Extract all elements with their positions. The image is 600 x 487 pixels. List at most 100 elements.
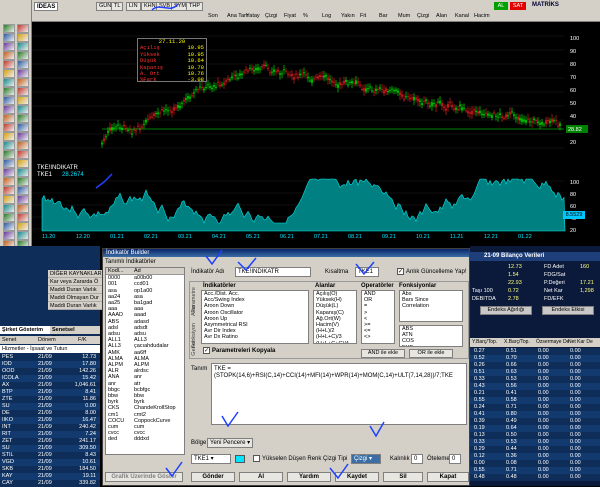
table-row[interactable]: IIKO 21/09 16.47 [0,417,100,424]
arrow-icon[interactable] [3,24,15,33]
ratio-row[interactable]: 0.24 0.71 0.00 0.00 [470,404,600,411]
dialog-button-3[interactable]: Yardım [287,472,331,482]
text-icon[interactable] [3,123,15,132]
fibo-icon[interactable] [17,105,29,114]
ratio-row[interactable]: 0.26 0.66 0.00 0.00 [470,362,600,369]
dialog-button-1[interactable]: Gönder [191,472,235,482]
text-icon[interactable] [3,186,15,195]
ratio-row[interactable]: 0.48 0.48 0.00 0.00 [470,474,600,481]
arrow-icon[interactable] [3,150,15,159]
grid-header-cell[interactable]: F/K [78,336,87,344]
ratio-row[interactable]: 0.00 0.08 0.00 0.00 [470,460,600,467]
functions-item[interactable]: EXP [400,345,462,346]
formula-editor[interactable]: TKE =(STOPK(14,6)+RSI(C,14)+CCI(14)+MFI(… [211,363,467,425]
dialog-button-0[interactable]: Grafik Üzerinde Göster [105,472,183,482]
ratio-header-cell[interactable]: Özsermaye De [536,339,569,345]
cursor-icon[interactable] [17,132,29,141]
table-row[interactable]: BTP 21/09 8.41 [0,389,100,396]
toolbar-button-tl[interactable]: TL [111,2,124,11]
context-menu-item[interactable]: Maddi Duran Varlık [48,286,104,294]
ratio-row[interactable]: 0.43 0.56 0.00 0.00 [470,383,600,390]
sat-button[interactable]: SAT [510,2,526,10]
chart-menu-item[interactable]: Mum [398,13,410,19]
line-icon[interactable] [17,213,29,222]
fibo-icon[interactable] [17,42,29,51]
ratio-row[interactable]: 0.39 0.49 0.00 0.00 [470,418,600,425]
chart-menu-item[interactable]: Çizgi [265,13,277,19]
ratio-row[interactable]: 0.21 0.41 0.00 0.00 [470,390,600,397]
list-item[interactable]: ded dddxd [106,436,184,442]
table-row[interactable]: SU 21/09 0.00 [0,403,100,410]
indicator-name-input[interactable]: TKE!INDIKATR [235,267,311,277]
params-checkbox[interactable]: ✓ [203,347,210,354]
zoom-icon[interactable] [17,60,29,69]
arrow-icon[interactable] [3,87,15,96]
operators-item[interactable]: <> [362,334,394,340]
cursor-icon[interactable] [3,78,15,87]
toolbar-button-lin[interactable]: LIN [126,2,141,11]
chart-menu-item[interactable]: Alan [436,13,447,19]
ratio-row[interactable]: 0.12 0.36 0.00 0.00 [470,453,600,460]
ratio-row[interactable]: 0.55 0.58 0.00 0.00 [470,397,600,404]
table-row[interactable]: IOD 21/09 17.80 [0,361,100,368]
indicators-item[interactable]: Avr Dx Ratino [202,334,308,340]
rising-checkbox[interactable] [253,455,260,462]
index-button[interactable]: Endeks Ağırlığı [480,306,532,315]
chart-menu-item[interactable]: Yakın [341,13,355,19]
ratio-row[interactable]: 0.13 0.50 0.00 0.00 [470,432,600,439]
ratio-header-cell[interactable]: Y.Barç/Top. [472,339,497,345]
thickness-input[interactable]: 0 [411,454,423,464]
grid-tab[interactable]: Senetsel Gösterim [50,326,100,341]
vertical-tab[interactable]: Genel [191,341,197,356]
zoom-icon[interactable] [3,132,15,141]
cursor-icon[interactable] [17,195,29,204]
index-button[interactable]: Endeks Etkisi [542,306,594,315]
trend-icon[interactable] [3,168,15,177]
fibo-icon[interactable] [17,168,29,177]
functions-sublist[interactable]: ABSATNCOSEXP [399,325,463,347]
price-chart[interactable]: 100908070605040302028.82 [32,22,600,164]
line-icon[interactable] [17,87,29,96]
ratio-row[interactable]: 0.33 0.53 0.00 0.00 [470,376,600,383]
trend-icon[interactable] [3,42,15,51]
dialog-button-5[interactable]: Sil [383,472,423,482]
chart-menu-item[interactable]: Kanal [455,13,469,19]
cursor-icon[interactable] [3,141,15,150]
fields-item[interactable]: (H+L+C+C)/4 [314,341,356,343]
text-icon[interactable] [3,60,15,69]
cursor-icon[interactable] [3,204,15,213]
functions-item[interactable]: Correlation [400,303,462,309]
table-row[interactable]: DE 21/09 8.00 [0,410,100,417]
table-row[interactable]: ZET 21/09 241.17 [0,438,100,445]
chart-menu-item[interactable]: Bar [379,13,388,19]
table-row[interactable]: PES 21/09 12.73 [0,354,100,361]
context-menu-item[interactable]: DİĞER KAYNAKLAR [48,270,104,278]
text-icon[interactable] [17,177,29,186]
zoom-icon[interactable] [3,69,15,78]
list-header-code[interactable]: Kodl... [106,268,132,274]
line-icon[interactable] [3,159,15,168]
or-add-button[interactable]: OR ile ekle [409,349,453,358]
shift-input[interactable]: 0 [449,454,461,464]
al-button[interactable]: AL [494,2,508,10]
trend-icon[interactable] [17,159,29,168]
chart-menu-item[interactable]: Fit [360,13,366,19]
fibo-icon[interactable] [3,114,15,123]
context-menu-item[interactable]: Maddi Olmayan Dur [48,294,104,302]
table-row[interactable]: INT 21/09 240.42 [0,424,100,431]
arrow-icon[interactable] [17,78,29,87]
ratio-header-cell[interactable]: Net Kar De [568,339,593,345]
grid-tab[interactable]: Şirket Gösterim [0,326,50,334]
ratio-row[interactable]: 0.55 0.71 0.00 0.00 [470,467,600,474]
table-row[interactable]: KAY 21/09 19.11 [0,473,100,480]
indicators-listbox[interactable]: Acc./Dist. Acc. Acc/Swing Index Aroon Down… [201,290,309,344]
arrow-icon[interactable] [3,213,15,222]
line-type-select[interactable]: Çizgi ▾ [351,454,381,464]
refresh-checkbox[interactable]: ✓ [397,268,404,275]
table-row[interactable]: OOD 21/09 142.26 [0,368,100,375]
chart-menu-item[interactable]: Çizgi [417,13,429,19]
table-row[interactable]: SU 21/09 309.50 [0,445,100,452]
arrow-icon[interactable] [17,204,29,213]
arrow-icon[interactable] [17,141,29,150]
table-row[interactable]: ICOLA 21/09 15.42 [0,375,100,382]
